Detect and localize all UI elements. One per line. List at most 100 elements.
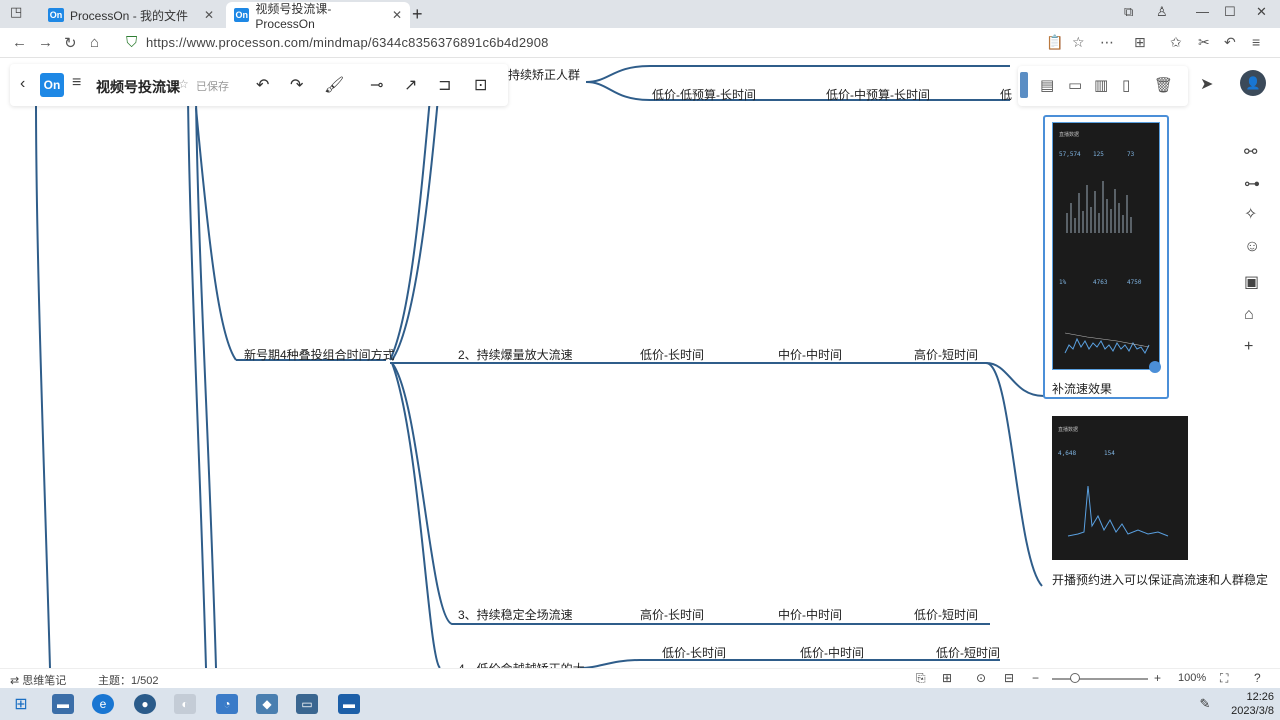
browser-tab-my-files[interactable]: On ProcessOn - 我的文件 ✕: [40, 2, 222, 28]
node-branch-3-sub1[interactable]: 高价-长时间: [640, 606, 704, 623]
insert-topic-icon[interactable]: ⊸: [370, 75, 383, 95]
avatar[interactable]: 👤: [1240, 70, 1266, 96]
close-icon[interactable]: ✕: [204, 8, 214, 22]
zoom-level: 100%: [1178, 672, 1207, 684]
more-icon[interactable]: ⋯: [1100, 34, 1114, 51]
layout-2-icon[interactable]: ▭: [1068, 76, 1082, 94]
image-caption-2[interactable]: 开播预约进入可以保证高流速和人群稳定: [1052, 571, 1268, 588]
structure-icon[interactable]: ⊶: [1244, 174, 1260, 194]
node-main[interactable]: 新号期4种叠投组合时间方式: [244, 346, 395, 363]
style-icon[interactable]: ✧: [1244, 204, 1257, 224]
document-title[interactable]: 视频号投流课: [96, 77, 180, 97]
node-branch-3-sub3[interactable]: 低价-短时间: [914, 606, 978, 623]
layout-3-icon[interactable]: ▥: [1094, 76, 1108, 94]
outline-icon[interactable]: ⎘: [916, 671, 926, 686]
back-to-files-icon[interactable]: ‹: [20, 75, 25, 93]
menu-icon[interactable]: ≡: [1252, 34, 1260, 50]
taskbar-app-7[interactable]: ▭: [296, 694, 318, 714]
hamburger-menu-icon[interactable]: ≡: [72, 74, 81, 92]
redo-icon[interactable]: ↷: [290, 75, 303, 95]
url-field[interactable]: https://www.processon.com/mindmap/6344c8…: [146, 35, 549, 50]
browser-tab-mindmap[interactable]: On 视频号投流课-ProcessOn ✕: [226, 1, 410, 31]
node-top-sub1[interactable]: 低价-低预算-长时间: [652, 86, 756, 103]
node-branch-2-sub3[interactable]: 高价-短时间: [914, 346, 978, 363]
node-branch-2-sub2[interactable]: 中价-中时间: [778, 346, 842, 363]
tag-icon[interactable]: ⌂: [1244, 306, 1254, 324]
format-painter-icon[interactable]: 🖌: [324, 75, 344, 95]
pen-icon[interactable]: ✎: [1194, 694, 1216, 714]
node-top-branch[interactable]: 持续矫正人群: [508, 66, 580, 83]
favorites-icon[interactable]: ✩: [1170, 34, 1182, 51]
maximize-icon[interactable]: ☐: [1224, 4, 1236, 20]
locate-icon[interactable]: ⊙: [976, 671, 986, 685]
image-icon[interactable]: ▣: [1244, 272, 1259, 292]
favorite-star-icon[interactable]: ☆: [1072, 34, 1085, 51]
window-close-icon[interactable]: ✕: [1256, 4, 1267, 20]
layout-4-icon[interactable]: ▯: [1122, 76, 1130, 94]
mind-notes-toggle[interactable]: ⇄ 思维笔记: [10, 672, 66, 688]
taskbar-app-8[interactable]: ▬: [338, 694, 360, 714]
tab-label: 视频号投流课-ProcessOn: [255, 1, 332, 31]
star-icon[interactable]: ☆: [178, 77, 189, 91]
clipboard-icon[interactable]: 📋: [1046, 34, 1063, 51]
reload-icon[interactable]: ↻: [64, 34, 77, 52]
layout-1-icon[interactable]: ▤: [1040, 76, 1054, 94]
zoom-slider[interactable]: [1052, 678, 1148, 680]
collection-icon[interactable]: ♙: [1156, 4, 1168, 20]
node-branch-3-sub2[interactable]: 中价-中时间: [778, 606, 842, 623]
resize-handle[interactable]: [1149, 361, 1161, 373]
taskbar-app-3[interactable]: ●: [134, 694, 156, 714]
zoom-in-icon[interactable]: +: [1154, 671, 1161, 685]
theme-icon[interactable]: ⚯: [1244, 142, 1257, 162]
app-menu-icon[interactable]: ◳: [10, 4, 22, 20]
help-icon[interactable]: ?: [1254, 671, 1261, 685]
node-branch-4-sub3[interactable]: 低价-短时间: [936, 644, 1000, 661]
node-branch-2-sub1[interactable]: 低价-长时间: [640, 346, 704, 363]
taskbar-app-4[interactable]: ◐: [174, 694, 196, 714]
table-icon[interactable]: ⊞: [942, 671, 952, 685]
taskbar-app-5[interactable]: ◔: [216, 694, 238, 714]
windows-start-icon[interactable]: ⊞: [10, 694, 32, 714]
summary-icon[interactable]: ⊐: [438, 75, 451, 95]
extensions-icon[interactable]: ⊞: [1134, 34, 1146, 51]
undo-browser-icon[interactable]: ↶: [1224, 34, 1236, 51]
new-tab-icon[interactable]: +: [412, 4, 423, 25]
screenshot-icon[interactable]: ✂: [1198, 34, 1210, 51]
back-icon[interactable]: ←: [12, 34, 27, 51]
stat-value: 4,648: [1058, 450, 1077, 457]
node-top-sub2[interactable]: 低价-中预算-长时间: [826, 86, 930, 103]
system-clock[interactable]: 12:26 2023/3/8: [1222, 690, 1274, 718]
shield-icon[interactable]: ⛉: [126, 34, 137, 51]
connector-arrow-icon[interactable]: ↗: [404, 75, 417, 95]
zoom-out-icon[interactable]: −: [1032, 671, 1039, 685]
processon-logo[interactable]: On: [40, 73, 64, 97]
home-icon[interactable]: ⌂: [90, 34, 99, 51]
emoji-icon[interactable]: ☺: [1244, 238, 1260, 256]
add-icon[interactable]: +: [1244, 338, 1253, 356]
taskbar-app-1[interactable]: ▬: [52, 694, 74, 714]
node-branch-4[interactable]: 4、低价会越越矫正的大: [458, 660, 585, 668]
node-top-sub3[interactable]: 低: [1000, 86, 1012, 103]
delete-icon[interactable]: 🗑: [1154, 76, 1173, 94]
node-branch-4-sub1[interactable]: 低价-长时间: [662, 644, 726, 661]
image-caption-1[interactable]: 补流速效果: [1052, 380, 1112, 397]
map-icon[interactable]: ⊟: [1004, 671, 1014, 685]
minimize-icon[interactable]: —: [1196, 4, 1209, 19]
share-icon[interactable]: ➤: [1200, 74, 1213, 94]
node-branch-2[interactable]: 2、持续爆量放大流速: [458, 346, 573, 363]
clock-date: 2023/3/8: [1231, 705, 1274, 717]
forward-icon[interactable]: →: [38, 34, 53, 51]
taskbar-app-6[interactable]: ◆: [256, 694, 278, 714]
undo-icon[interactable]: ↶: [256, 75, 269, 95]
fullscreen-icon[interactable]: ⛶: [1220, 671, 1228, 686]
profile-icon[interactable]: ⧉: [1124, 4, 1133, 20]
stat-value: 57,574: [1059, 151, 1081, 158]
screenshot-image-traffic[interactable]: 直播数据 57,574 125 73 1% 4763 4750: [1052, 122, 1161, 373]
close-icon[interactable]: ✕: [392, 8, 402, 22]
node-branch-4-sub2[interactable]: 低价-中时间: [800, 644, 864, 661]
frame-icon[interactable]: ⊡: [474, 75, 487, 95]
zoom-slider-handle[interactable]: [1070, 673, 1080, 683]
edge-icon[interactable]: e: [92, 694, 114, 714]
node-branch-3[interactable]: 3、持续稳定全场流速: [458, 606, 573, 623]
screenshot-image-booking[interactable]: 直播数据 4,648 154: [1052, 416, 1188, 560]
